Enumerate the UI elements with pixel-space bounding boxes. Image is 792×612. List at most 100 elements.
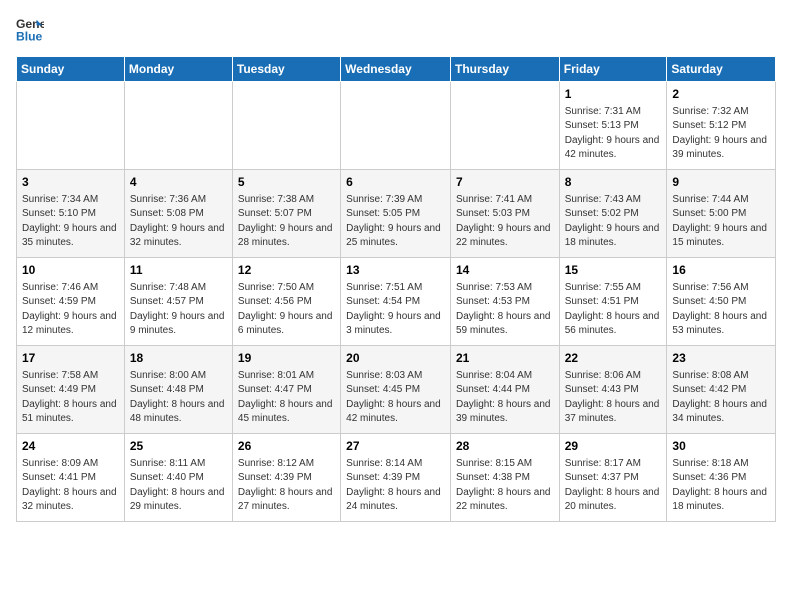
day-info: Sunrise: 7:53 AM Sunset: 4:53 PM Dayligh… [456,281,554,339]
calendar-cell: 9 Sunrise: 7:44 AM Sunset: 5:00 PM Daylig… [667,170,776,258]
day-info: Sunrise: 8:18 AM Sunset: 4:36 PM Dayligh… [672,457,770,515]
day-info: Sunrise: 7:44 AM Sunset: 5:00 PM Dayligh… [672,193,770,251]
calendar-cell: 13 Sunrise: 7:51 AM Sunset: 4:54 PM Dayli… [341,258,451,346]
calendar-cell: 26 Sunrise: 8:12 AM Sunset: 4:39 PM Dayli… [232,434,340,522]
day-number: 16 [672,262,770,279]
day-info: Sunrise: 8:12 AM Sunset: 4:39 PM Dayligh… [238,457,335,515]
day-number: 14 [456,262,554,279]
weekday-header-tuesday: Tuesday [232,57,340,82]
page: General Blue SundayMondayTuesdayWednesda… [0,0,792,612]
day-number: 20 [346,350,445,367]
calendar-cell: 4Sunrise: 7:36 AM Sunset: 5:08 PM Daylig… [124,170,232,258]
day-info: Sunrise: 8:01 AM Sunset: 4:47 PM Dayligh… [238,369,335,427]
calendar-cell: 7 Sunrise: 7:41 AM Sunset: 5:03 PM Daylig… [450,170,559,258]
day-number: 17 [22,350,119,367]
day-number: 10 [22,262,119,279]
day-number: 9 [672,174,770,191]
calendar-cell: 5Sunrise: 7:38 AM Sunset: 5:07 PM Daylig… [232,170,340,258]
day-info: Sunrise: 8:11 AM Sunset: 4:40 PM Dayligh… [130,457,227,515]
day-info: Sunrise: 8:04 AM Sunset: 4:44 PM Dayligh… [456,369,554,427]
calendar-cell [232,82,340,170]
weekday-header-sunday: Sunday [17,57,125,82]
calendar-cell: 10 Sunrise: 7:46 AM Sunset: 4:59 PM Dayli… [17,258,125,346]
day-number: 18 [130,350,227,367]
weekday-header-saturday: Saturday [667,57,776,82]
day-info: Sunrise: 8:14 AM Sunset: 4:39 PM Dayligh… [346,457,445,515]
logo: General Blue [16,16,48,44]
calendar-cell: 20 Sunrise: 8:03 AM Sunset: 4:45 PM Dayli… [341,346,451,434]
day-number: 4 [130,174,227,191]
weekday-header-wednesday: Wednesday [341,57,451,82]
logo-icon: General Blue [16,16,44,44]
calendar-cell: 6 Sunrise: 7:39 AM Sunset: 5:05 PM Daylig… [341,170,451,258]
calendar-cell [341,82,451,170]
calendar-cell: 23Sunrise: 8:08 AM Sunset: 4:42 PM Dayli… [667,346,776,434]
calendar-cell: 12 Sunrise: 7:50 AM Sunset: 4:56 PM Dayli… [232,258,340,346]
calendar-cell: 25 Sunrise: 8:11 AM Sunset: 4:40 PM Dayli… [124,434,232,522]
day-info: Sunrise: 7:41 AM Sunset: 5:03 PM Dayligh… [456,193,554,251]
day-number: 3 [22,174,119,191]
week-row-2: 3 Sunrise: 7:34 AM Sunset: 5:10 PM Daylig… [17,170,776,258]
day-number: 23 [672,350,770,367]
day-number: 8 [565,174,662,191]
day-info: Sunrise: 8:00 AM Sunset: 4:48 PM Dayligh… [130,369,227,427]
day-number: 26 [238,438,335,455]
calendar-cell: 2 Sunrise: 7:32 AM Sunset: 5:12 PM Daylig… [667,82,776,170]
day-number: 7 [456,174,554,191]
day-number: 28 [456,438,554,455]
week-row-5: 24 Sunrise: 8:09 AM Sunset: 4:41 PM Dayli… [17,434,776,522]
day-number: 29 [565,438,662,455]
calendar-cell [124,82,232,170]
day-info: Sunrise: 7:34 AM Sunset: 5:10 PM Dayligh… [22,193,119,251]
calendar-cell: 18 Sunrise: 8:00 AM Sunset: 4:48 PM Dayli… [124,346,232,434]
day-info: Sunrise: 7:50 AM Sunset: 4:56 PM Dayligh… [238,281,335,339]
day-info: Sunrise: 8:09 AM Sunset: 4:41 PM Dayligh… [22,457,119,515]
day-info: Sunrise: 8:17 AM Sunset: 4:37 PM Dayligh… [565,457,662,515]
day-number: 21 [456,350,554,367]
calendar-cell: 1 Sunrise: 7:31 AM Sunset: 5:13 PM Daylig… [559,82,667,170]
day-number: 2 [672,86,770,103]
week-row-1: 1 Sunrise: 7:31 AM Sunset: 5:13 PM Daylig… [17,82,776,170]
weekday-header-thursday: Thursday [450,57,559,82]
day-number: 19 [238,350,335,367]
calendar-cell: 14 Sunrise: 7:53 AM Sunset: 4:53 PM Dayli… [450,258,559,346]
calendar-cell: 29 Sunrise: 8:17 AM Sunset: 4:37 PM Dayli… [559,434,667,522]
calendar-cell: 11Sunrise: 7:48 AM Sunset: 4:57 PM Dayli… [124,258,232,346]
week-row-3: 10 Sunrise: 7:46 AM Sunset: 4:59 PM Dayli… [17,258,776,346]
day-info: Sunrise: 7:51 AM Sunset: 4:54 PM Dayligh… [346,281,445,339]
calendar-cell: 15Sunrise: 7:55 AM Sunset: 4:51 PM Dayli… [559,258,667,346]
day-number: 22 [565,350,662,367]
day-number: 1 [565,86,662,103]
calendar-cell: 8Sunrise: 7:43 AM Sunset: 5:02 PM Daylig… [559,170,667,258]
day-info: Sunrise: 8:06 AM Sunset: 4:43 PM Dayligh… [565,369,662,427]
svg-text:Blue: Blue [16,29,43,43]
calendar-cell: 22 Sunrise: 8:06 AM Sunset: 4:43 PM Dayli… [559,346,667,434]
day-number: 30 [672,438,770,455]
day-info: Sunrise: 7:46 AM Sunset: 4:59 PM Dayligh… [22,281,119,339]
day-info: Sunrise: 7:55 AM Sunset: 4:51 PM Dayligh… [565,281,662,339]
day-info: Sunrise: 7:39 AM Sunset: 5:05 PM Dayligh… [346,193,445,251]
calendar-cell: 19 Sunrise: 8:01 AM Sunset: 4:47 PM Dayli… [232,346,340,434]
day-number: 12 [238,262,335,279]
weekday-header-row: SundayMondayTuesdayWednesdayThursdayFrid… [17,57,776,82]
calendar-cell: 24 Sunrise: 8:09 AM Sunset: 4:41 PM Dayli… [17,434,125,522]
day-number: 25 [130,438,227,455]
calendar-cell: 16 Sunrise: 7:56 AM Sunset: 4:50 PM Dayli… [667,258,776,346]
day-info: Sunrise: 8:15 AM Sunset: 4:38 PM Dayligh… [456,457,554,515]
day-number: 24 [22,438,119,455]
day-number: 5 [238,174,335,191]
day-info: Sunrise: 7:48 AM Sunset: 4:57 PM Dayligh… [130,281,227,339]
calendar-cell: 27Sunrise: 8:14 AM Sunset: 4:39 PM Dayli… [341,434,451,522]
day-info: Sunrise: 8:03 AM Sunset: 4:45 PM Dayligh… [346,369,445,427]
header: General Blue [16,16,776,44]
day-number: 13 [346,262,445,279]
day-info: Sunrise: 7:31 AM Sunset: 5:13 PM Dayligh… [565,105,662,163]
calendar-cell [450,82,559,170]
day-number: 6 [346,174,445,191]
calendar-cell: 21 Sunrise: 8:04 AM Sunset: 4:44 PM Dayli… [450,346,559,434]
weekday-header-friday: Friday [559,57,667,82]
weekday-header-monday: Monday [124,57,232,82]
day-info: Sunrise: 7:56 AM Sunset: 4:50 PM Dayligh… [672,281,770,339]
calendar-table: SundayMondayTuesdayWednesdayThursdayFrid… [16,56,776,522]
day-info: Sunrise: 7:32 AM Sunset: 5:12 PM Dayligh… [672,105,770,163]
